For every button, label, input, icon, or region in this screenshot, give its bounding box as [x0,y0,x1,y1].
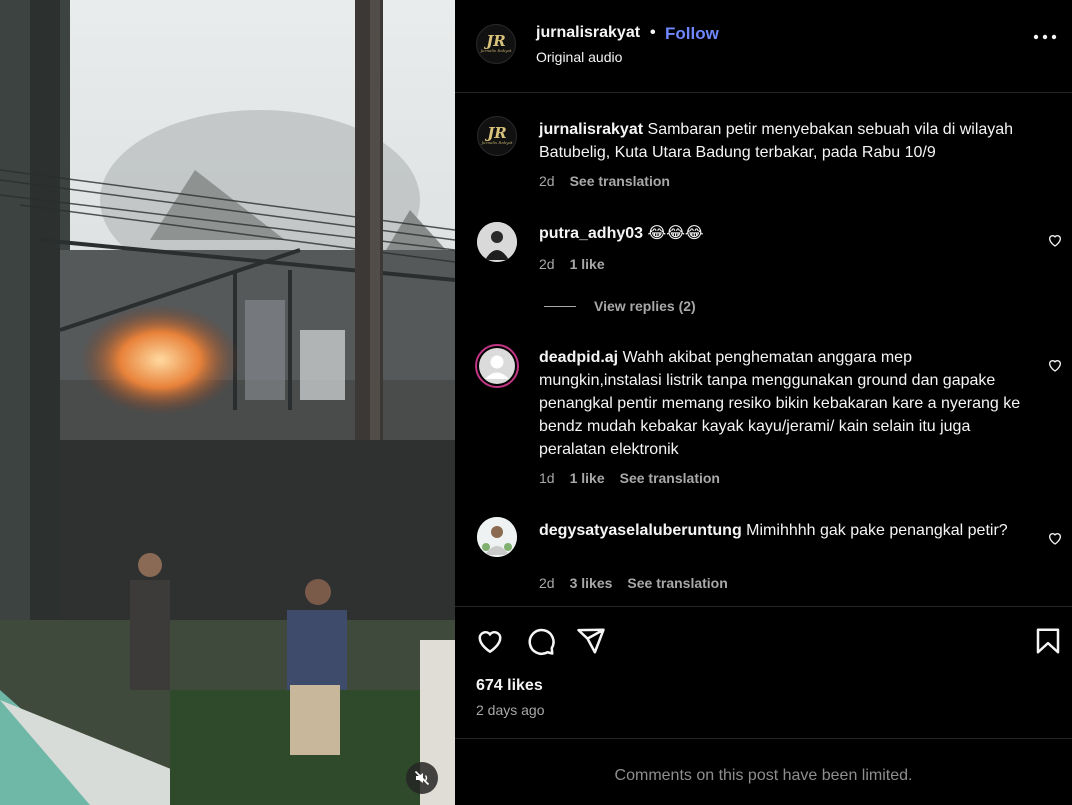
logo-subtext: Jurnalis Rakyat [480,48,512,53]
logo-text: JR [487,124,507,142]
separator-dot: • [650,24,656,41]
heart-icon[interactable] [1047,232,1063,248]
caption-author-avatar[interactable]: JR Jurnalis Rakyat [477,116,517,156]
share-icon[interactable] [576,626,606,656]
caption-text-block: jurnalisrakyat Sambaran petir menyebakan… [539,118,1049,164]
muted-speaker-icon [414,770,430,786]
default-profile-icon [479,348,515,384]
comment-meta: 1d 1 like See translation [539,470,720,486]
caption-username[interactable]: jurnalisrakyat [539,121,643,138]
caption-translate-button[interactable]: See translation [570,173,670,189]
post-action-bar [455,622,1072,662]
comment-likes[interactable]: 1 like [570,256,605,272]
posted-time[interactable]: 2 days ago [476,702,545,718]
heart-icon[interactable] [1047,357,1063,373]
comment-translate-button[interactable]: See translation [620,470,720,486]
post-header: JR Jurnalis Rakyat jurnalisrakyat • Foll… [455,0,1072,92]
comment-likes[interactable]: 3 likes [570,575,613,591]
logo-subtext: Jurnalis Rakyat [481,140,513,145]
comment-username[interactable]: degysatyaselaluberuntung [539,522,742,539]
heart-icon[interactable] [475,626,505,656]
person-photo-icon [477,222,517,262]
comment-meta: 2d 3 likes See translation [539,575,728,591]
mute-toggle-button[interactable] [406,762,438,794]
caption-time[interactable]: 2d [539,173,555,189]
comment-likes[interactable]: 1 like [570,470,605,486]
person-photo-icon [477,517,517,557]
actions-divider [455,606,1072,607]
author-username[interactable]: jurnalisrakyat [536,24,640,42]
comment-text: 😂😂😂 [647,225,704,242]
comment-text-block: degysatyaselaluberuntung Mimihhhh gak pa… [539,519,1009,542]
header-divider [455,92,1072,93]
commenter-avatar[interactable] [475,344,519,388]
comment-text: Mimihhhh gak pake penangkal petir? [746,522,1008,539]
bookmark-icon[interactable] [1033,626,1063,656]
author-avatar[interactable]: JR Jurnalis Rakyat [476,24,516,64]
heart-icon[interactable] [1047,530,1063,546]
follow-button[interactable]: Follow [665,24,719,44]
footer-divider [455,738,1072,739]
caption-meta: 2d See translation [539,173,670,189]
comment-username[interactable]: deadpid.aj [539,349,618,366]
video-frame-image [0,0,455,805]
more-options-icon[interactable] [1032,31,1058,43]
comment-icon[interactable] [526,626,556,656]
comment-time[interactable]: 2d [539,256,555,272]
replies-line [544,305,576,307]
comment-translate-button[interactable]: See translation [627,575,727,591]
comments-limited-notice: Comments on this post have been limited. [614,767,913,784]
logo-text: JR [486,32,506,50]
view-replies-label: View replies (2) [594,298,696,314]
comment-time[interactable]: 1d [539,470,555,486]
commenter-avatar[interactable] [477,517,517,557]
comment-username[interactable]: putra_adhy03 [539,225,643,242]
comment-text-block: putra_adhy03 😂😂😂 [539,222,1049,245]
video-player[interactable] [0,0,455,805]
comment-text-block: deadpid.aj Wahh akibat penghematan angga… [539,346,1029,461]
audio-label[interactable]: Original audio [536,49,622,65]
commenter-avatar[interactable] [477,222,517,262]
comment-meta: 2d 1 like [539,256,605,272]
likes-count[interactable]: 674 likes [476,677,543,695]
comment-time[interactable]: 2d [539,575,555,591]
view-replies-button[interactable]: View replies (2) [544,298,696,314]
post-details-panel: JR Jurnalis Rakyat jurnalisrakyat • Foll… [455,0,1072,805]
